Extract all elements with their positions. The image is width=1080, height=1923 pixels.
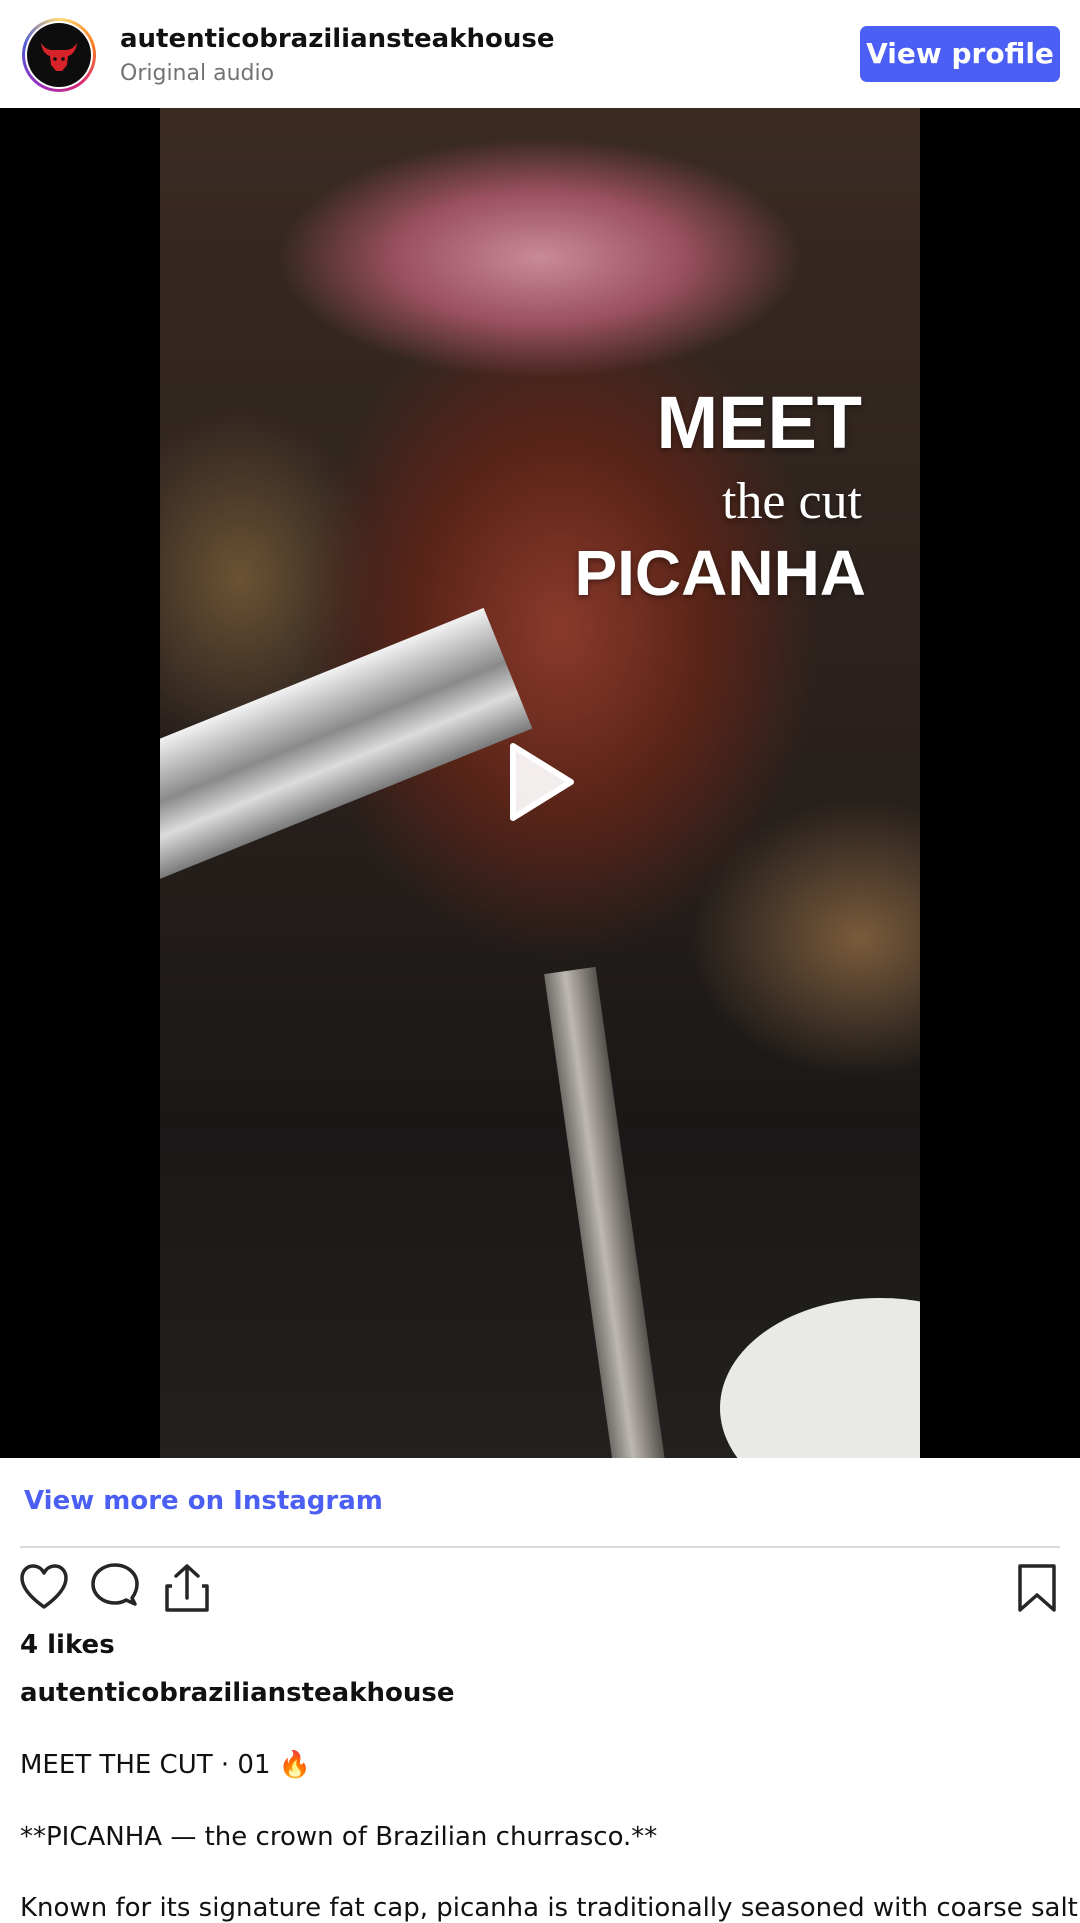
caption-line-3: Known for its signature fat cap, picanha… xyxy=(20,1893,1080,1923)
overlay-title-picanha: PICANHA xyxy=(574,537,866,609)
likes-count[interactable]: 4 likes xyxy=(20,1630,115,1660)
caption-username[interactable]: autenticobraziliansteakhouse xyxy=(20,1678,455,1708)
view-profile-button[interactable]: View profile xyxy=(860,26,1060,82)
overlay-title-meet: MEET xyxy=(656,381,862,464)
plate-shape xyxy=(720,1298,920,1458)
skewer-shape xyxy=(544,966,668,1458)
view-more-link[interactable]: View more on Instagram xyxy=(24,1486,383,1516)
post-header: autenticobraziliansteakhouse Original au… xyxy=(0,0,1080,108)
bull-logo-icon xyxy=(41,43,77,71)
bookmark-icon[interactable] xyxy=(1014,1562,1060,1614)
caption-line-2: **PICANHA — the crown of Brazilian churr… xyxy=(20,1822,658,1852)
comment-icon[interactable] xyxy=(88,1562,142,1612)
heart-icon[interactable] xyxy=(18,1562,70,1612)
video-player[interactable]: MEET the cut PICANHA xyxy=(0,108,1080,1458)
avatar-image xyxy=(27,23,91,87)
account-name[interactable]: autenticobraziliansteakhouse xyxy=(120,24,555,54)
caption-text: MEET THE CUT · 01 xyxy=(20,1750,271,1780)
knife-shape xyxy=(160,607,533,894)
play-icon[interactable] xyxy=(505,742,575,822)
share-icon[interactable] xyxy=(162,1562,212,1614)
caption-line-1: MEET THE CUT · 01 🔥 xyxy=(20,1750,311,1780)
overlay-subtitle: the cut xyxy=(721,473,862,530)
divider xyxy=(20,1546,1060,1548)
audio-label[interactable]: Original audio xyxy=(120,61,274,86)
fire-icon: 🔥 xyxy=(278,1750,312,1780)
profile-avatar[interactable] xyxy=(22,18,96,92)
